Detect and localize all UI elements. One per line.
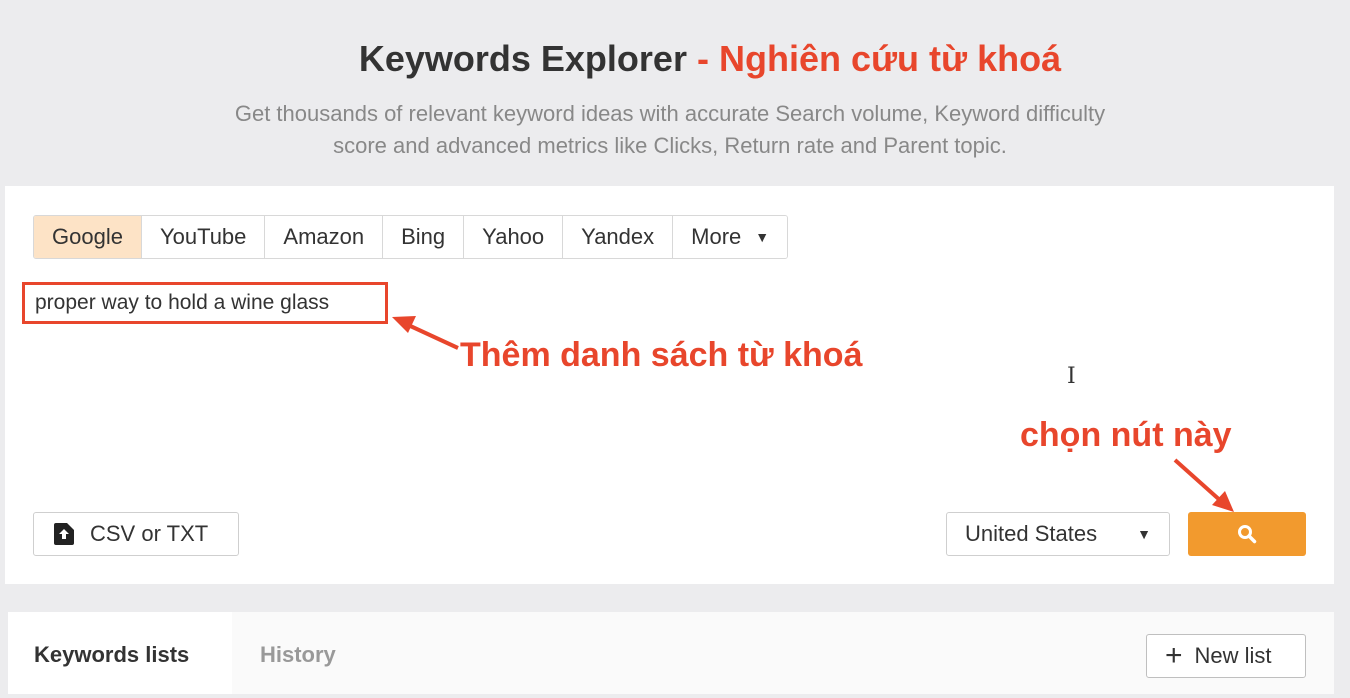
search-panel: Google YouTube Amazon Bing Yahoo Yandex … [5, 186, 1334, 584]
plus-icon: + [1165, 639, 1183, 672]
tab-google[interactable]: Google [34, 216, 142, 258]
country-select[interactable]: United States ▼ [946, 512, 1170, 556]
lists-section: Keywords lists History + New list [8, 612, 1334, 694]
tab-yahoo[interactable]: Yahoo [464, 216, 564, 258]
upload-csv-button[interactable]: CSV or TXT [33, 512, 239, 556]
search-button[interactable] [1188, 512, 1306, 556]
text-cursor-icon: I [1067, 364, 1076, 389]
annotation-choose-button: chọn nút này [1020, 416, 1232, 454]
tab-more-label: More [691, 224, 742, 249]
annotation-add-keywords: Thêm danh sách từ khoá [460, 336, 863, 374]
keyword-input[interactable]: proper way to hold a wine glass [22, 282, 388, 324]
page-title: Keywords Explorer - Nghiên cứu từ khoá [0, 38, 1350, 80]
subtitle-line-2: score and advanced metrics like Clicks, … [333, 133, 1007, 158]
caret-down-icon: ▼ [755, 229, 770, 245]
upload-label: CSV or TXT [90, 521, 209, 546]
file-upload-icon [54, 523, 74, 545]
search-engine-tabs: Google YouTube Amazon Bing Yahoo Yandex … [33, 215, 789, 259]
tab-keywords-lists[interactable]: Keywords lists [8, 612, 232, 694]
new-list-label: New list [1194, 643, 1272, 668]
tab-amazon[interactable]: Amazon [265, 216, 384, 258]
search-icon [1238, 525, 1257, 544]
title-text: Keywords Explorer [358, 38, 687, 79]
country-selected: United States [965, 521, 1098, 546]
tab-bing[interactable]: Bing [383, 216, 465, 258]
new-list-button[interactable]: + New list [1146, 634, 1306, 678]
page-header: Keywords Explorer - Nghiên cứu từ khoá G… [0, 0, 1350, 186]
subtitle-line-1: Get thousands of relevant keyword ideas … [234, 101, 1106, 126]
tab-youtube[interactable]: YouTube [141, 216, 266, 258]
title-annotation: - Nghiên cứu từ khoá [696, 38, 1062, 79]
page-subtitle: Get thousands of relevant keyword ideas … [190, 98, 1150, 162]
tab-more[interactable]: More ▼ [673, 216, 788, 258]
tab-yandex[interactable]: Yandex [563, 216, 674, 258]
tab-history[interactable]: History [260, 612, 336, 694]
caret-down-icon: ▼ [1137, 526, 1151, 542]
